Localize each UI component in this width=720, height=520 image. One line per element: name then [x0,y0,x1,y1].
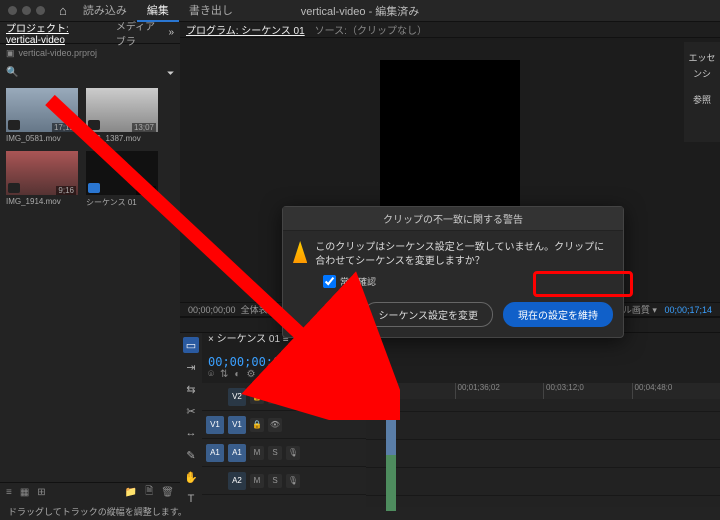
always-ask-label: 常に確認 [340,275,376,288]
video-clip[interactable] [386,399,396,455]
filter-icon[interactable]: 🞃 [167,67,174,78]
clip-item[interactable]: 13;07 IMG_1387.mov [86,88,158,143]
fit-dropdown[interactable]: 全体表示 [241,305,277,315]
tab-export[interactable]: 書き出し [179,0,243,22]
timeline-seq-tab[interactable]: シーケンス 01 [217,334,280,345]
new-item-icon[interactable]: 🗎 [145,484,153,501]
clip-mismatch-dialog: クリップの不一致に関する警告 このクリップはシーケンス設定と一致していません。ク… [282,206,624,338]
linked-sel-icon[interactable]: ⇅ [220,369,228,380]
settings-icon[interactable]: ⚙ [246,369,255,380]
keep-settings-button[interactable]: 現在の設定を維持 [503,302,613,327]
pen-tool-icon[interactable]: ✎ [183,447,199,463]
reference-tab[interactable]: 参照 [684,92,720,108]
snap-icon[interactable]: ⌾ [208,369,214,380]
time-ruler[interactable]: ;00;00 00;01;36;02 00;03;12;0 00;04;48;0 [366,383,720,399]
sequence-item[interactable]: 0;00 シーケンス 01 [86,151,158,208]
project-file: vertical-video.prproj [19,48,98,58]
track-header-a1[interactable]: A1A1 MS🎙 [202,439,366,467]
marker-icon[interactable]: ◐ [234,369,240,380]
window-controls[interactable] [8,6,45,15]
min-dot[interactable] [22,6,31,15]
track-header-v2[interactable]: V2 🔒👁 [202,383,366,411]
window-title: vertical-video - 編集済み [301,3,420,19]
src-patch-a1[interactable]: A1 [206,444,224,462]
media-tab[interactable]: メディアブラ [110,18,169,48]
track-select-tool-icon[interactable]: ⇥ [183,359,199,375]
src-patch-v1[interactable]: V1 [206,416,224,434]
home-icon[interactable]: ⌂ [59,3,67,18]
project-search-input[interactable] [20,67,163,78]
max-dot[interactable] [36,6,45,15]
project-tab[interactable]: プロジェクト: vertical-video [0,20,110,46]
track-eye-icon[interactable]: 👁 [268,390,282,404]
track-lock-icon[interactable]: 🔒 [250,390,264,404]
clip-item[interactable]: 17;19 IMG_0581.mov [6,88,78,143]
new-bin-icon[interactable]: 📁 [125,487,137,498]
program-tc-right: 00;00;17;14 [664,305,712,315]
bin-icon: ▣ [6,48,15,59]
always-ask-checkbox[interactable] [323,275,336,288]
slip-tool-icon[interactable]: ↔ [183,425,199,441]
audio-clip[interactable] [386,455,396,511]
hand-tool-icon[interactable]: ✋ [183,469,199,485]
timeline-canvas[interactable]: ;00;00 00;01;36;02 00;03;12;0 00;04;48;0 [366,383,720,507]
selection-tool-icon[interactable]: ▭ [183,337,199,353]
ripple-tool-icon[interactable]: ⇆ [183,381,199,397]
track-header-a2[interactable]: A2 MS🎙 [202,467,366,495]
dialog-message: このクリップはシーケンス設定と一致していません。クリップに合わせてシーケンスを変… [315,241,613,269]
clip-item[interactable]: 9;16 IMG_1914.mov [6,151,78,208]
razor-tool-icon[interactable]: ✂ [183,403,199,419]
essentials-tab[interactable]: エッセンシ [684,48,720,84]
program-tc-left: 00;00;00;00 [188,305,236,315]
close-dot[interactable] [8,6,17,15]
icon-view-icon[interactable]: ▦ [20,487,29,498]
track-header-v1[interactable]: V1V1 🔒👁 [202,411,366,439]
freeform-view-icon[interactable]: ⊞ [37,487,45,498]
warning-icon [293,241,307,263]
change-sequence-button[interactable]: シーケンス設定を変更 [364,302,494,327]
dialog-title: クリップの不一致に関する警告 [283,207,623,231]
panel-menu-icon[interactable]: » [168,27,174,38]
search-icon[interactable]: 🔍 [6,67,16,78]
trash-icon[interactable]: 🗑 [161,487,174,498]
program-tab[interactable]: プログラム: シーケンス 01 [186,22,305,37]
list-view-icon[interactable]: ≡ [6,487,12,498]
source-tab[interactable]: ソース:（クリップなし） [315,22,427,37]
